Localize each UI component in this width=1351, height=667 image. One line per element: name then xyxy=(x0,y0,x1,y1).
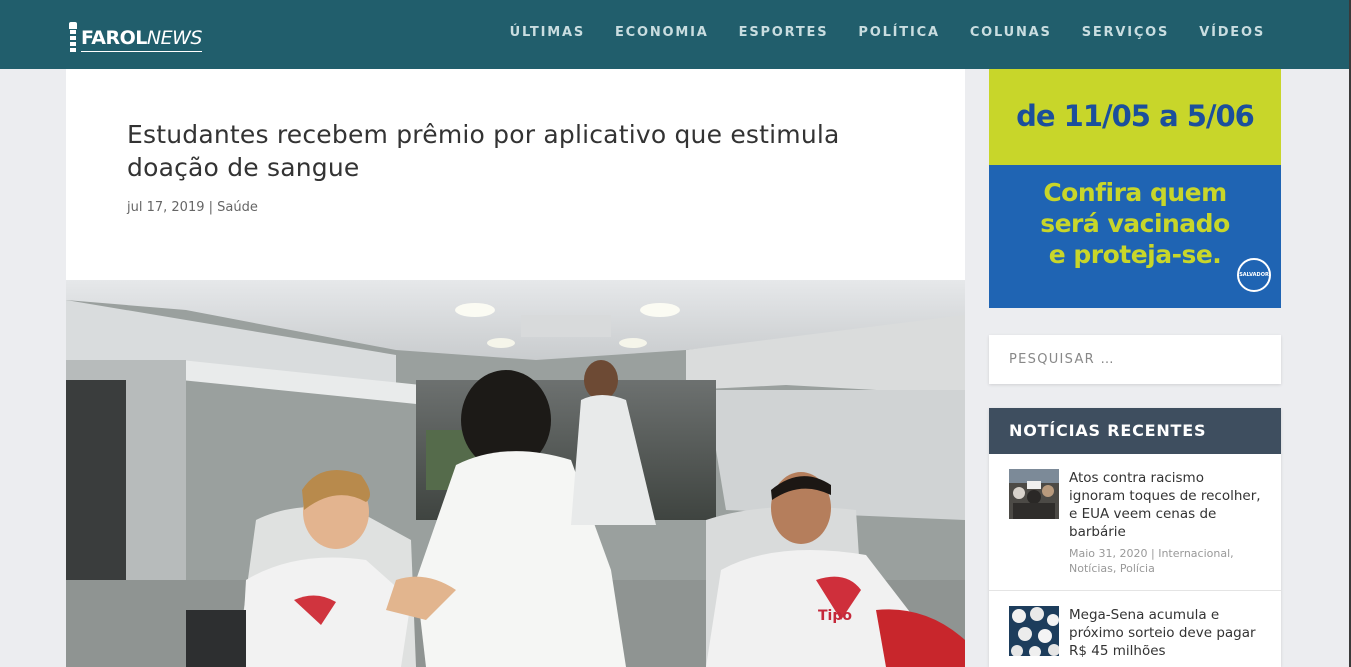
article-meta: jul 17, 2019 | Saúde xyxy=(127,200,258,215)
post-title[interactable]: Mega-Sena acumula e próximo sorteio deve… xyxy=(1069,606,1261,660)
search-widget xyxy=(989,335,1281,384)
article-category-link[interactable]: Saúde xyxy=(217,200,258,215)
ad-line-2: será vacinado xyxy=(1040,209,1230,238)
article-card: Estudantes recebem prêmio por aplicativo… xyxy=(66,69,965,667)
nav-servicos[interactable]: SERVIÇOS xyxy=(1082,24,1170,42)
nav-colunas[interactable]: COLUNAS xyxy=(970,24,1052,42)
search-input[interactable] xyxy=(989,335,1281,384)
nav-economia[interactable]: ECONOMIA xyxy=(615,24,709,42)
lighthouse-icon xyxy=(68,22,78,52)
ad-line-3: e proteja-se. xyxy=(1048,240,1222,269)
post-title[interactable]: Atos contra racismo ignoram toques de re… xyxy=(1069,469,1261,541)
main-nav: ÚLTIMAS ECONOMIA ESPORTES POLÍTICA COLUN… xyxy=(480,24,1265,42)
nav-esportes[interactable]: ESPORTES xyxy=(739,24,829,42)
post-meta: Maio 31, 2020 | Internacional, Notícias,… xyxy=(1069,547,1234,575)
ad-dates: de 11/05 a 5/06 xyxy=(1016,99,1255,133)
logo-word-farol: FAROL xyxy=(81,27,147,49)
ad-line-1: Confira quem xyxy=(1043,178,1227,207)
site-logo[interactable]: FAROLNEWS xyxy=(68,16,202,52)
post-thumbnail[interactable] xyxy=(1009,469,1059,519)
recent-news-widget: NOTÍCIAS RECENTES Atos contra racismo ig… xyxy=(989,408,1281,667)
nav-ultimas[interactable]: ÚLTIMAS xyxy=(510,24,585,42)
logo-word-news: NEWS xyxy=(146,27,203,49)
site-header: FAROLNEWS ÚLTIMAS ECONOMIA ESPORTES POLÍ… xyxy=(0,0,1351,69)
recent-news-heading: NOTÍCIAS RECENTES xyxy=(989,408,1281,454)
ad-message: Confira quem será vacinado e proteja-se. xyxy=(989,177,1281,270)
nav-politica[interactable]: POLÍTICA xyxy=(858,24,939,42)
recent-post[interactable]: Atos contra racismo ignoram toques de re… xyxy=(989,454,1281,591)
post-thumbnail[interactable] xyxy=(1009,606,1059,656)
nav-videos[interactable]: VÍDEOS xyxy=(1199,24,1265,42)
article-date: jul 17, 2019 xyxy=(127,200,205,215)
salvador-seal-icon: SALVADOR xyxy=(1237,258,1271,292)
vaccination-ad-banner[interactable]: de 11/05 a 5/06 Confira quem será vacina… xyxy=(989,69,1281,308)
article-featured-image: Tipo xyxy=(66,280,965,667)
recent-post[interactable]: Mega-Sena acumula e próximo sorteio deve… xyxy=(989,591,1281,667)
shirt-logo-text: Tipo xyxy=(818,608,852,624)
article-title: Estudantes recebem prêmio por aplicativo… xyxy=(127,120,840,182)
meta-separator: | xyxy=(208,200,214,215)
